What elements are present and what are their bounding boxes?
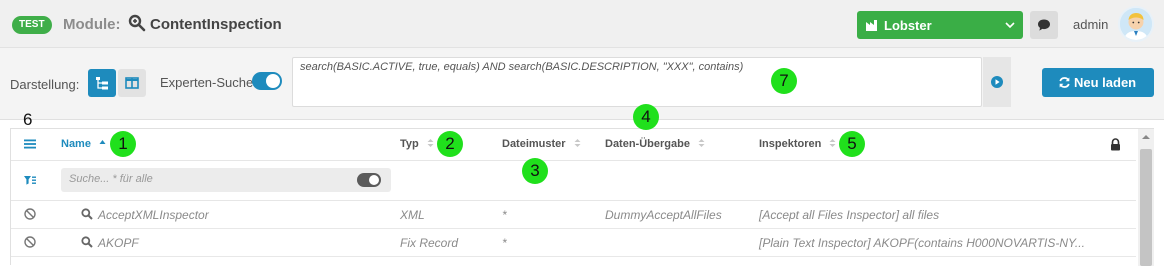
run-query-button[interactable] [983,57,1011,107]
filter-list-icon[interactable] [24,175,36,186]
cell-type: Fix Record [400,236,459,250]
column-header-name[interactable]: Name [61,138,106,150]
column-header-pattern[interactable]: Dateimuster [502,138,581,150]
sort-asc-icon [99,140,106,144]
columns-icon [125,77,139,89]
magnifier-icon [81,208,93,220]
tenant-select[interactable]: Lobster [857,11,1023,39]
grid-header: Name Typ Dateimuster Daten-Übergabe Insp… [11,129,1136,161]
sort-icon [427,139,434,147]
annotation-marker-7: 7 [771,68,797,94]
module-label: Module: [63,16,121,33]
scroll-thumb[interactable] [1140,149,1152,266]
filter-row: Suche... * für alle [11,161,1136,201]
user-avatar-icon [1120,8,1152,40]
toolbar: Darstellung: Experten-Suche search(BASIC… [0,48,1164,120]
column-header-handover[interactable]: Daten-Übergabe [605,138,705,150]
sort-icon [574,139,581,147]
reload-label: Neu laden [1074,75,1137,90]
annotation-marker-3: 3 [522,158,548,184]
cell-name: AKOPF [98,236,139,250]
user-name[interactable]: admin [1073,17,1108,32]
tree-view-button[interactable] [88,69,116,97]
search-input[interactable]: Suche... * für alle [61,168,391,192]
cell-handover: DummyAcceptAllFiles [605,208,722,222]
annotation-marker-2: 2 [437,131,463,157]
cell-inspectors: [Accept all Files Inspector] all files [759,208,940,222]
sort-icon [829,139,836,147]
sort-icon [698,139,705,147]
cell-name: AcceptXMLInspector [98,208,209,222]
view-mode-label: Darstellung: [10,77,80,92]
factory-icon [866,20,877,31]
cell-pattern: * [502,208,507,222]
annotation-marker-4: 4 [633,104,659,130]
split-view-button[interactable] [118,69,146,97]
chevron-down-icon [1005,22,1015,29]
scroll-up-icon[interactable] [1142,134,1150,140]
table-row[interactable]: AcceptXMLInspector XML * DummyAcceptAllF… [11,201,1136,229]
avatar[interactable] [1118,6,1154,42]
chat-icon [1038,19,1050,31]
annotation-marker-5: 5 [839,131,865,157]
search-placeholder: Suche... * für alle [69,173,153,185]
tenant-name: Lobster [884,18,932,33]
inactive-icon [24,208,36,220]
magnifier-icon [81,236,93,248]
annotation-marker-1: 1 [110,131,136,157]
inspection-grid: Name Typ Dateimuster Daten-Übergabe Insp… [10,128,1154,266]
vertical-scrollbar[interactable] [1138,129,1154,266]
chat-button[interactable] [1030,11,1058,39]
play-circle-icon [991,76,1003,88]
expert-search-toggle[interactable] [252,72,282,90]
annotation-marker-6: 6 [23,110,33,129]
magnifier-icon [128,14,146,32]
column-header-inspectors[interactable]: Inspektoren [759,138,836,150]
tree-view-icon [96,77,108,90]
reload-button[interactable]: Neu laden [1042,68,1154,97]
menu-icon[interactable] [24,138,36,150]
cell-type: XML [400,208,425,222]
cell-pattern: * [502,236,507,250]
table-row[interactable]: AKOPF Fix Record * [Plain Text Inspector… [11,229,1136,257]
environment-badge: TEST [12,16,52,34]
expert-query-input[interactable]: search(BASIC.ACTIVE, true, equals) AND s… [292,57,982,107]
inactive-icon [24,236,36,248]
top-bar: TEST Module: ContentInspection Lobster a… [0,0,1164,48]
column-header-type[interactable]: Typ [400,138,434,150]
search-all-toggle[interactable] [357,173,381,187]
refresh-icon [1059,77,1070,88]
cell-inspectors: [Plain Text Inspector] AKOPF(contains H0… [759,236,1085,250]
lock-icon[interactable] [1110,138,1121,151]
module-name: ContentInspection [150,16,282,33]
expert-search-label: Experten-Suche [160,75,254,90]
